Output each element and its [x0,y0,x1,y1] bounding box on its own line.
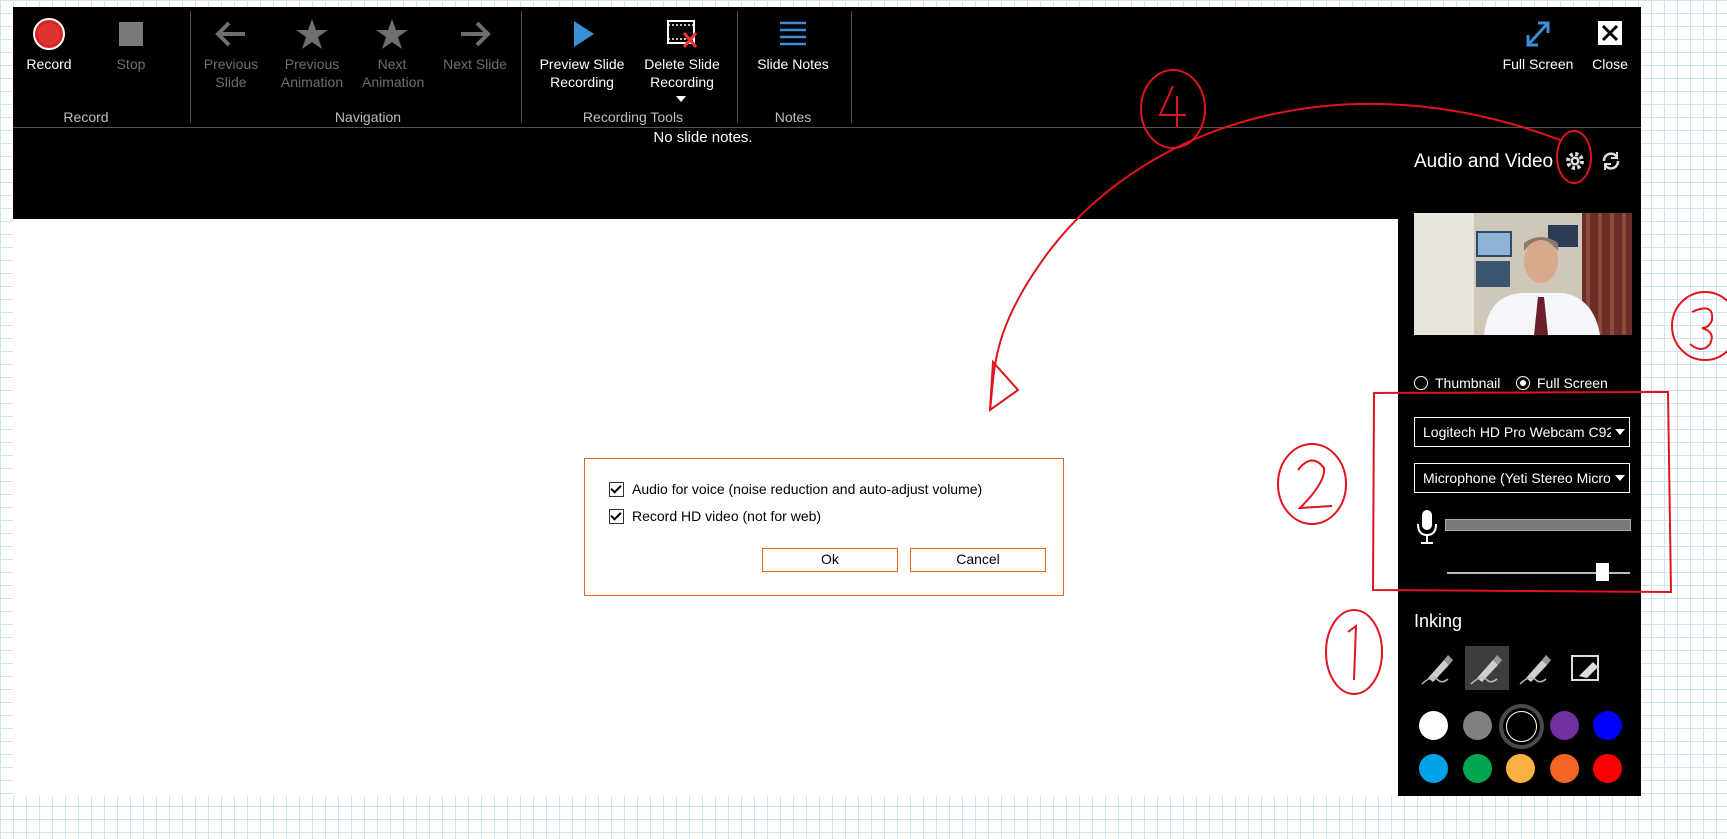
volume-slider-thumb[interactable] [1595,563,1609,581]
stop-button[interactable]: Stop [108,7,154,95]
close-icon [1598,21,1622,45]
checkbox-checked[interactable] [609,508,624,524]
record-icon [33,18,65,50]
ink-color-swatch[interactable] [1549,754,1579,783]
ink-color-swatch[interactable] [1419,754,1448,783]
group-label-navigation: Navigation [334,109,402,125]
ribbon: Record Stop Record Previous Slide Previo… [13,7,1641,219]
thumbnail-radio[interactable]: Thumbnail [1414,375,1500,391]
ok-button[interactable]: Ok [762,548,898,572]
delete-film-icon [667,20,698,48]
stop-label: Stop [116,56,146,72]
slide-notes-button[interactable]: Slide Notes [755,7,831,95]
camera-select-value: Logitech HD Pro Webcam C920 [1423,424,1622,440]
microphone-icon [1417,510,1437,544]
previous-animation-label-1: Previous [284,56,340,72]
arrow-right-icon [461,21,491,47]
full-screen-label: Full Screen [1502,56,1574,72]
microphone-select-value: Microphone (Yeti Stereo Microphone) [1423,470,1629,486]
ink-color-swatch[interactable] [1549,711,1579,740]
separator [851,11,852,123]
chevron-down-icon [1611,418,1629,446]
close-button[interactable]: Close [1587,7,1633,95]
preview-recording-button[interactable]: Preview Slide Recording [536,7,628,95]
record-hd-label: Record HD video (not for web) [632,508,822,524]
arrow-left-icon [215,21,245,47]
audio-voice-checkbox[interactable]: Audio for voice (noise reduction and aut… [609,481,982,497]
previous-slide-label-1: Previous [203,56,259,72]
record-hd-checkbox[interactable]: Record HD video (not for web) [609,508,821,524]
recording-window: Record Stop Record Previous Slide Previo… [13,7,1641,796]
ink-color-swatch[interactable] [1593,711,1622,740]
dropdown-arrow-icon[interactable] [676,96,686,102]
microphone-level-meter [1445,519,1631,531]
group-label-recording-tools: Recording Tools [582,109,684,125]
previous-slide-label-2: Slide [215,74,247,90]
full-screen-radio[interactable]: Full Screen [1516,375,1608,391]
radio-dot [1414,376,1428,390]
previous-animation-button[interactable]: Previous Animation [277,7,347,95]
separator [521,11,522,123]
record-button[interactable]: Record [21,7,77,95]
ink-color-swatch[interactable] [1506,711,1537,742]
microphone-select[interactable]: Microphone (Yeti Stereo Microphone) [1414,463,1630,493]
chevron-down-icon [1611,464,1629,492]
delete-label-1: Delete Slide [644,56,720,72]
cancel-button[interactable]: Cancel [910,548,1046,572]
next-slide-label: Next Slide [443,56,507,72]
radio-dot-selected [1516,376,1530,390]
thumbnail-label: Thumbnail [1435,375,1501,391]
highlighter-icon[interactable] [1465,646,1509,690]
audio-video-panel: Audio and Video Thumbnail Full Screen Lo… [1398,129,1641,796]
audio-voice-label: Audio for voice (noise reduction and aut… [632,481,983,497]
previous-slide-button[interactable]: Previous Slide [201,7,261,95]
audio-video-title: Audio and Video [1414,151,1554,172]
next-animation-label-1: Next [377,56,407,72]
full-screen-button[interactable]: Full Screen [1493,7,1583,95]
separator [737,11,738,123]
group-label-notes: Notes [774,109,812,125]
laser-pointer-icon[interactable] [1514,646,1558,690]
full-screen-radio-label: Full Screen [1537,375,1608,391]
group-label-record: Record [63,109,109,125]
stop-icon [119,22,143,46]
ink-color-swatch[interactable] [1462,754,1492,783]
close-label: Close [1592,56,1628,72]
eraser-icon[interactable] [1563,646,1607,690]
star-forward-icon [376,19,408,49]
slide-notes-label: Slide Notes [757,56,829,72]
preview-label-2: Recording [550,74,614,90]
refresh-icon[interactable] [1599,149,1623,173]
record-label: Record [26,56,72,72]
gear-icon[interactable] [1561,147,1589,175]
slide-notes-text: No slide notes. [653,129,753,146]
expand-icon [1526,21,1550,47]
ink-color-swatch[interactable] [1593,754,1622,783]
next-slide-button[interactable]: Next Slide [441,7,509,95]
checkbox-checked[interactable] [609,481,624,497]
notes-lines-icon [780,21,806,46]
next-animation-label-2: Animation [362,74,425,90]
star-back-icon [296,19,328,49]
annotation-numeral-3 [1689,307,1714,350]
separator [190,11,191,123]
ink-color-swatch[interactable] [1419,711,1448,740]
pen-icon[interactable] [1416,646,1460,690]
camera-select[interactable]: Logitech HD Pro Webcam C920 [1414,417,1630,447]
delete-recording-button[interactable]: Delete Slide Recording [640,7,724,95]
play-icon [574,21,594,47]
ribbon-divider [13,127,1641,128]
inking-title: Inking [1414,611,1463,631]
camera-preview [1414,213,1632,335]
next-animation-button[interactable]: Next Animation [362,7,425,95]
preview-label-1: Preview Slide [539,56,625,72]
annotation-circle-3 [1671,291,1727,361]
ink-color-swatch[interactable] [1462,711,1492,740]
delete-label-2: Recording [650,74,714,90]
ink-color-swatch[interactable] [1506,754,1535,783]
previous-animation-label-2: Animation [280,74,344,90]
video-settings-dialog: Audio for voice (noise reduction and aut… [584,458,1064,596]
